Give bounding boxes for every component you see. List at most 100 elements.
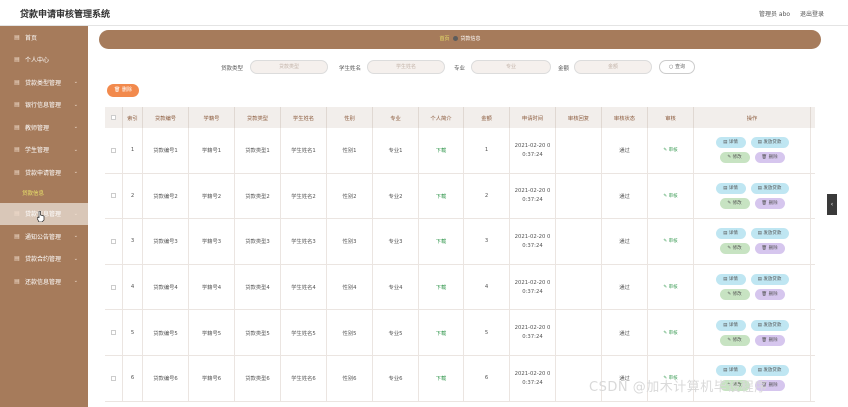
delete-button[interactable]: 🗑 删除 [754,197,785,209]
apply-time-cell: 2021-02-20 0 0:37:24 [510,355,556,401]
issue-loan-button[interactable]: ▤ 发放贷款 [750,365,789,377]
cell-loan_type: 贷款类型2 [235,173,281,219]
issue-loan-label: 发放贷款 [763,277,782,283]
issue-loan-button[interactable]: ▤ 发放贷款 [750,182,789,194]
sidebar-item[interactable]: ▤ 贷款合约管理 ⌄ [0,248,88,271]
apply-time-cell: 2021-02-20 0 0:37:24 [510,310,556,355]
detail-label: 详情 [728,277,738,283]
sidebar-item[interactable]: ▤ 银行信息管理 ⌄ [0,94,88,117]
select-all-checkbox[interactable] [105,107,123,128]
column-header[interactable]: 专业 [373,107,419,128]
audit-link[interactable]: ✎ 审核 [663,238,677,244]
cell-loan_no: 贷款编号2 [143,173,189,219]
column-header[interactable]: 索引 [123,107,143,128]
row-checkbox[interactable] [105,355,123,401]
delete-button[interactable]: 🗑 删除 [754,243,785,255]
column-header[interactable]: 学籍号 [189,107,235,128]
delete-button[interactable]: 🗑 删除 [754,152,785,164]
sidebar-subitem[interactable]: 贷款信息 [0,184,88,203]
cell-idx: 6 [123,355,143,401]
batch-delete-button[interactable]: 🗑 删除 [107,84,139,97]
sidebar-item[interactable]: ▤ 贷款信息管理 ⌄ [0,202,88,225]
download-link[interactable]: 下载 [436,329,447,337]
edit-label: 修改 [732,337,742,343]
loan-type-input[interactable]: 贷款类型 [250,60,328,74]
column-header[interactable]: 性别 [327,107,373,128]
column-header[interactable]: 审核状态 [602,107,648,128]
sidebar-item[interactable]: ▤ 通知公告管理 ⌄ [0,225,88,248]
sidebar-item[interactable]: ▤ 学生管理 ⌄ [0,139,88,162]
column-header[interactable]: 审核 [648,107,694,128]
detail-button[interactable]: ▤ 详情 [715,137,746,149]
issue-loan-button[interactable]: ▤ 发放贷款 [750,137,789,149]
detail-button[interactable]: ▤ 详情 [715,228,746,240]
amount-label: 金额 [558,66,570,72]
sidebar-item[interactable]: ▤ 还款信息管理 ⌄ [0,270,88,293]
audit-link[interactable]: ✎ 审核 [663,330,677,336]
amount-input[interactable]: 金额 [574,60,652,74]
audit-link[interactable]: ✎ 审核 [663,193,677,199]
detail-button[interactable]: ▤ 详情 [715,365,746,377]
student-name-input[interactable]: 学生姓名 [367,60,445,74]
logout-link[interactable]: 退出登录 [800,11,824,18]
audit-link[interactable]: ✎ 审核 [663,284,677,290]
detail-button[interactable]: ▤ 详情 [715,319,746,331]
download-link[interactable]: 下载 [436,192,447,200]
chevron-down-icon: ⌄ [73,210,78,217]
column-header[interactable]: 审核回复 [556,107,602,128]
row-checkbox[interactable] [105,219,123,264]
search-button[interactable]: ○ 查询 [659,60,695,74]
intro-cell: 下载 [419,128,464,173]
apply-date: 2021-02-20 0 [514,279,551,286]
issue-loan-button[interactable]: ▤ 发放贷款 [750,228,789,240]
top-bar: 贷款申请审核管理系统 管理员 abo 退出登录 [0,0,848,26]
cell-student_no: 学籍号1 [189,128,235,173]
side-collapse-handle[interactable]: ‹ [827,194,837,215]
sidebar-item[interactable]: ▤ 首页 [0,26,88,49]
download-link[interactable]: 下载 [436,146,447,154]
download-link[interactable]: 下载 [436,237,447,245]
edit-button[interactable]: ✎ 修改 [719,243,750,255]
breadcrumb-home[interactable]: 首页 [439,36,449,42]
edit-button[interactable]: ✎ 修改 [719,289,750,301]
column-header[interactable]: 申请时间 [510,107,556,128]
sidebar-item[interactable]: ▤ 贷款类型管理 ⌄ [0,71,88,94]
apply-time-cell: 2021-02-20 0 0:37:24 [510,128,556,173]
column-header[interactable]: 学生姓名 [281,107,327,128]
cell-reply [556,264,602,310]
row-checkbox[interactable] [105,310,123,355]
cell-name: 学生姓名6 [281,355,327,401]
download-link[interactable]: 下载 [436,374,447,382]
edit-button[interactable]: ✎ 修改 [719,152,750,164]
download-link[interactable]: 下载 [436,283,447,291]
column-header[interactable]: 金额 [464,107,510,128]
cell-name: 学生姓名4 [281,264,327,310]
audit-link[interactable]: ✎ 审核 [663,147,677,153]
sidebar-item[interactable]: ▤ 个人中心 [0,49,88,72]
detail-button[interactable]: ▤ 详情 [715,182,746,194]
edit-label: 修改 [732,155,742,161]
table-row: 2 贷款编号2 学籍号2 贷款类型2 学生姓名2 性别2 专业2 下载 2 2021-02-20 … [105,173,815,220]
cell-idx: 4 [123,264,143,310]
row-checkbox[interactable] [105,173,123,219]
edit-button[interactable]: ✎ 修改 [719,197,750,209]
delete-button[interactable]: 🗑 删除 [754,334,785,346]
apply-time-cell: 2021-02-20 0 0:37:24 [510,264,556,310]
column-header[interactable]: 个人简介 [419,107,464,128]
column-header[interactable]: 贷款编号 [143,107,189,128]
row-checkbox[interactable] [105,264,123,310]
delete-label: 删除 [768,155,778,161]
table-row: 1 贷款编号1 学籍号1 贷款类型1 学生姓名1 性别1 专业1 下载 1 2021-02-20 … [105,128,815,174]
audit-cell: ✎ 审核 [648,264,694,310]
edit-button[interactable]: ✎ 修改 [719,334,750,346]
column-header[interactable]: 贷款类型 [235,107,281,128]
sidebar-item[interactable]: ▤ 贷款申请管理 ⌄ [0,161,88,184]
issue-loan-button[interactable]: ▤ 发放贷款 [750,319,789,331]
major-input[interactable]: 专业 [471,60,551,74]
detail-button[interactable]: ▤ 详情 [715,274,746,286]
delete-button[interactable]: 🗑 删除 [754,289,785,301]
row-checkbox[interactable] [105,128,123,173]
sidebar-item[interactable]: ▤ 教师管理 ⌄ [0,116,88,139]
contract-icon: ▤ [14,255,20,263]
issue-loan-button[interactable]: ▤ 发放贷款 [750,274,789,286]
